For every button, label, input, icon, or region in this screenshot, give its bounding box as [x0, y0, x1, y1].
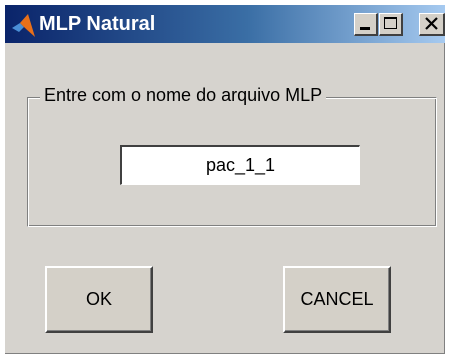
title-bar[interactable]: MLP Natural — [5, 5, 445, 43]
cancel-button[interactable]: CANCEL — [283, 266, 391, 333]
minimize-icon — [360, 27, 370, 30]
maximize-icon — [384, 17, 397, 29]
groupbox-label: Entre com o nome do arquivo MLP — [40, 84, 327, 106]
maximize-button[interactable] — [379, 13, 403, 36]
close-icon — [425, 17, 438, 30]
matlab-icon — [12, 14, 35, 37]
ok-button[interactable]: OK — [45, 266, 153, 333]
window-title: MLP Natural — [39, 13, 156, 35]
mlp-natural-dialog: MLP Natural Entre com o nome do arquivo … — [5, 5, 445, 354]
filename-input[interactable] — [120, 145, 360, 185]
minimize-button[interactable] — [354, 13, 378, 36]
close-button[interactable] — [419, 13, 445, 36]
